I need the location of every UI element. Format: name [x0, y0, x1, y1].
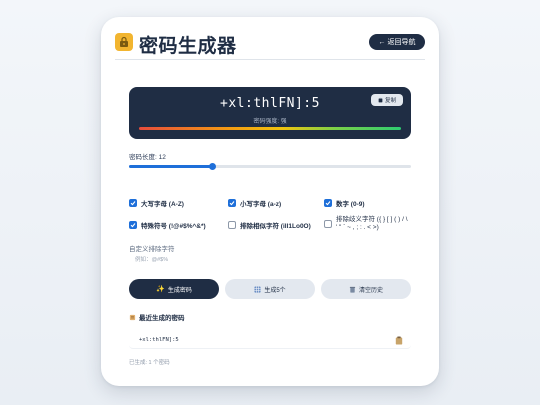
length-label: 密码长度: 12 [129, 154, 166, 161]
option-lowercase[interactable]: 小写字母 (a-z) [228, 198, 281, 208]
grid-icon [254, 285, 261, 293]
clipboard-icon[interactable] [395, 336, 403, 345]
generate-button-label: 生成密码 [167, 287, 192, 294]
length-slider[interactable] [129, 163, 411, 170]
list-item[interactable]: +xl:thlFN]:5 [129, 333, 411, 349]
option-label: 小写字母 (a-z) [240, 201, 282, 208]
recent-password: +xl:thlFN]:5 [139, 337, 179, 343]
lock-icon [115, 33, 133, 51]
slider-thumb[interactable] [209, 163, 217, 170]
option-exclude-similar[interactable]: 排除相似字符 (iIl1Lo0O) [228, 220, 311, 230]
sparkles-icon: ✨ [156, 286, 165, 293]
option-label: 数字 (0-9) [336, 201, 365, 208]
generate-button[interactable]: ✨ 生成密码 [129, 279, 219, 299]
generator-card: 密码生成器 ← 返回导航 +xl:thlFN]:5 复制 密码强度: 强 密码长… [101, 17, 439, 386]
generated-count: 已生成: 1 个密码 [129, 360, 170, 366]
back-button[interactable]: ← 返回导航 [369, 34, 425, 50]
generate-five-button-label: 生成5个 [264, 287, 286, 294]
strength-bar [139, 127, 401, 130]
custom-exclude-label: 自定义排除字符 [129, 246, 175, 253]
custom-exclude-input[interactable] [129, 254, 411, 266]
strength-label: 密码强度: 强 [253, 119, 287, 125]
copy-button[interactable]: 复制 [371, 94, 403, 106]
option-label: 特殊符号 (!@#$%^&*) [141, 223, 206, 230]
back-button-label: 返回导航 [387, 39, 416, 46]
scroll-icon [129, 314, 136, 320]
clipboard-icon [378, 97, 383, 103]
option-label-line2: ' " ` ~ , ; : . < >) [336, 224, 379, 231]
header: 密码生成器 ← 返回导航 [115, 31, 425, 57]
slider-fill [129, 165, 213, 168]
copy-button-label: 复制 [384, 98, 396, 104]
clear-history-button-label: 清空历史 [358, 287, 383, 294]
checkbox-symbols[interactable] [129, 221, 137, 229]
option-exclude-ambiguous[interactable]: 排除歧义字符 ({ } [ ] ( ) / \ ' " ` ~ , ; : . … [324, 216, 408, 232]
checkbox-exclude-similar[interactable] [228, 221, 236, 229]
password-display: +xl:thlFN]:5 复制 密码强度: 强 [129, 87, 411, 139]
option-label-line1: 排除歧义字符 ({ } [ ] ( ) / \ [336, 216, 408, 223]
option-label: 排除歧义字符 ({ } [ ] ( ) / \ ' " ` ~ , ; : . … [336, 216, 408, 232]
arrow-left-icon: ← [378, 38, 386, 46]
option-symbols[interactable]: 特殊符号 (!@#$%^&*) [129, 220, 206, 230]
password-text: +xl:thlFN]:5 [220, 96, 320, 111]
trash-icon [349, 286, 356, 293]
page-title: 密码生成器 [139, 36, 237, 57]
clear-history-button[interactable]: 清空历史 [321, 279, 411, 299]
option-label: 大写字母 (A-Z) [141, 201, 184, 208]
header-divider [115, 59, 425, 60]
recent-title-label: 最近生成的密码 [139, 315, 185, 322]
generate-five-button[interactable]: 生成5个 [225, 279, 315, 299]
option-uppercase[interactable]: 大写字母 (A-Z) [129, 198, 184, 208]
option-numbers[interactable]: 数字 (0-9) [324, 198, 365, 208]
option-label: 排除相似字符 (iIl1Lo0O) [240, 223, 311, 230]
recent-title: 最近生成的密码 [129, 312, 185, 322]
checkbox-exclude-ambiguous[interactable] [324, 220, 332, 228]
checkbox-lowercase[interactable] [228, 199, 236, 207]
checkbox-uppercase[interactable] [129, 199, 137, 207]
checkbox-numbers[interactable] [324, 199, 332, 207]
